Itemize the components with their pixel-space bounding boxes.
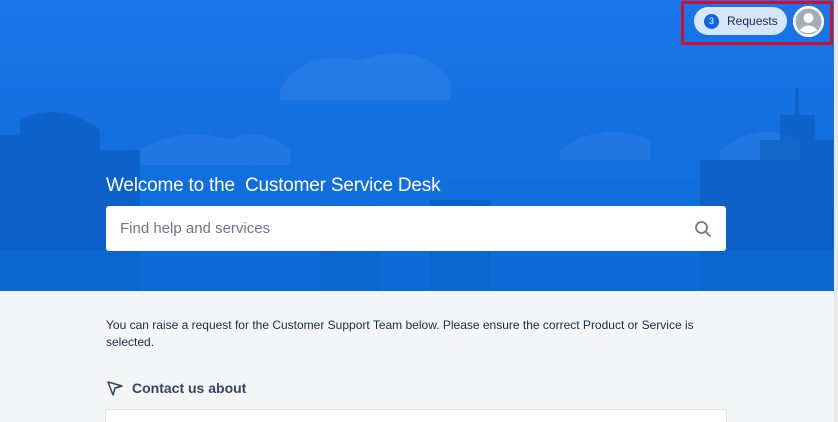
- contact-label: Contact us about: [132, 380, 247, 396]
- portal-name: Customer Service Desk: [245, 175, 441, 196]
- request-type-select[interactable]: [105, 409, 727, 422]
- welcome-heading: Welcome to the Customer Service Desk: [106, 175, 441, 197]
- requests-label: Requests: [727, 14, 778, 28]
- request-info-text: You can raise a request for the Customer…: [106, 318, 694, 349]
- welcome-prefix: Welcome to the: [106, 175, 235, 196]
- search-input[interactable]: [120, 220, 694, 237]
- requests-button[interactable]: 3 Requests: [694, 7, 787, 35]
- search-icon[interactable]: [694, 220, 712, 238]
- search-bar: [106, 206, 726, 251]
- send-icon: [107, 381, 123, 396]
- user-avatar-icon: [793, 6, 824, 37]
- page-scrollbar[interactable]: [834, 0, 838, 422]
- contact-section-header: Contact us about: [106, 379, 246, 397]
- user-avatar-button[interactable]: [793, 6, 824, 37]
- requests-count-badge: 3: [704, 13, 719, 29]
